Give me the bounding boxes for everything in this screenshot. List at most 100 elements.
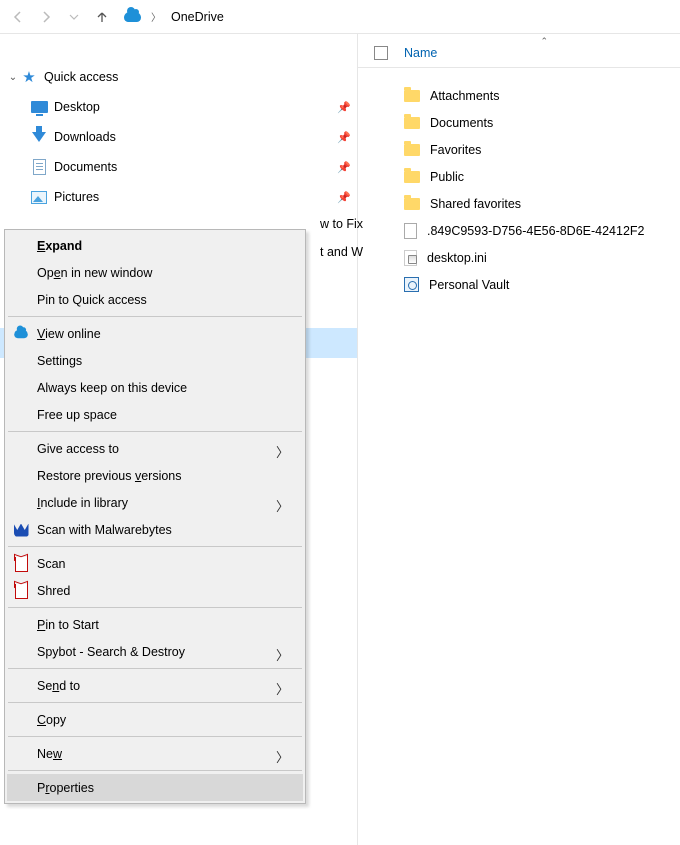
partial-text: w to Fix <box>320 217 363 231</box>
sidebar-item-label: Desktop <box>48 100 337 114</box>
menu-item-label: Restore previous versions <box>37 469 182 483</box>
menu-item-label: Include in library <box>37 496 128 510</box>
menu-item-label: Copy <box>37 713 66 727</box>
file-row[interactable]: Shared favorites <box>358 190 680 217</box>
up-button[interactable] <box>88 3 116 31</box>
sidebar-item-documents[interactable]: Documents 📌 <box>0 152 357 182</box>
pin-icon: 📌 <box>337 191 357 204</box>
menu-item-copy[interactable]: Copy <box>7 706 303 733</box>
menu-item-label: Scan with Malwarebytes <box>37 523 172 537</box>
folder-icon <box>404 198 420 210</box>
menu-item-settings[interactable]: Settings <box>7 347 303 374</box>
file-row[interactable]: .849C9593-D756-4E56-8D6E-42412F2 <box>358 217 680 244</box>
menu-item-label: Properties <box>37 781 94 795</box>
select-all-checkbox[interactable] <box>374 46 388 60</box>
folder-icon <box>404 144 420 156</box>
settings-file-icon <box>404 250 417 266</box>
menu-item-restore-versions[interactable]: Restore previous versions <box>7 462 303 489</box>
monitor-icon <box>31 101 48 113</box>
sidebar-item-label: Downloads <box>48 130 337 144</box>
submenu-arrow-icon: 〉 <box>276 679 289 698</box>
column-header[interactable]: Name ⌃ <box>358 38 680 68</box>
sidebar-item-downloads[interactable]: Downloads 📌 <box>0 122 357 152</box>
menu-item-view-online[interactable]: View online <box>7 320 303 347</box>
file-name: desktop.ini <box>427 251 487 265</box>
menu-separator <box>8 431 302 432</box>
menu-item-label: Expand <box>37 239 82 253</box>
menu-item-label: Pin to Start <box>37 618 99 632</box>
menu-separator <box>8 770 302 771</box>
sidebar-item-label: Pictures <box>48 190 337 204</box>
caret-down-icon[interactable]: ⌄ <box>6 72 20 83</box>
menu-item-label: New <box>37 747 62 761</box>
submenu-arrow-icon: 〉 <box>276 442 289 461</box>
pin-icon: 📌 <box>337 161 357 174</box>
menu-separator <box>8 668 302 669</box>
sort-indicator-icon: ⌃ <box>540 36 548 47</box>
menu-separator <box>8 607 302 608</box>
breadcrumb[interactable]: 〉 OneDrive <box>116 9 224 24</box>
star-icon: ★ <box>22 68 35 86</box>
menu-item-new[interactable]: New 〉 <box>7 740 303 767</box>
file-row[interactable]: Documents <box>358 109 680 136</box>
menu-item-label: Give access to <box>37 442 119 456</box>
recent-locations-button[interactable] <box>60 3 88 31</box>
menu-item-label: Spybot - Search & Destroy <box>37 645 185 659</box>
sidebar-item-desktop[interactable]: Desktop 📌 <box>0 92 357 122</box>
file-name: Shared favorites <box>430 197 521 211</box>
vault-icon <box>404 277 419 292</box>
menu-separator <box>8 316 302 317</box>
file-row[interactable]: Attachments <box>358 82 680 109</box>
menu-item-scan[interactable]: Scan <box>7 550 303 577</box>
sidebar-item-label: Quick access <box>38 70 357 84</box>
forward-button[interactable] <box>32 3 60 31</box>
address-bar: 〉 OneDrive <box>0 0 680 34</box>
chevron-right-icon: 〉 <box>147 9 165 24</box>
menu-item-pin-quick-access[interactable]: Pin to Quick access <box>7 286 303 313</box>
file-name: Attachments <box>430 89 499 103</box>
menu-separator <box>8 736 302 737</box>
cloud-icon <box>13 326 29 342</box>
menu-item-label: Open in new window <box>37 266 152 280</box>
file-name: .849C9593-D756-4E56-8D6E-42412F2 <box>427 224 645 238</box>
pin-icon: 📌 <box>337 101 357 114</box>
menu-item-always-keep[interactable]: Always keep on this device <box>7 374 303 401</box>
submenu-arrow-icon: 〉 <box>276 747 289 766</box>
file-row[interactable]: Public <box>358 163 680 190</box>
sidebar-item-quick-access[interactable]: ⌄ ★ Quick access <box>0 62 357 92</box>
malwarebytes-icon <box>13 522 29 538</box>
folder-icon <box>404 171 420 183</box>
menu-item-properties[interactable]: Properties <box>7 774 303 801</box>
document-icon <box>33 159 46 175</box>
sidebar-item-pictures[interactable]: Pictures 📌 <box>0 182 357 212</box>
file-row[interactable]: desktop.ini <box>358 244 680 271</box>
file-name: Public <box>430 170 464 184</box>
menu-separator <box>8 546 302 547</box>
breadcrumb-location[interactable]: OneDrive <box>171 10 224 24</box>
file-list: Name ⌃ Attachments Documents Favorites P… <box>358 34 680 845</box>
back-button[interactable] <box>4 3 32 31</box>
menu-item-open-new-window[interactable]: Open in new window <box>7 259 303 286</box>
folder-icon <box>404 90 420 102</box>
menu-item-label: Settings <box>37 354 82 368</box>
menu-item-shred[interactable]: Shred <box>7 577 303 604</box>
picture-icon <box>31 191 47 204</box>
download-icon <box>32 132 46 142</box>
menu-item-send-to[interactable]: Send to 〉 <box>7 672 303 699</box>
menu-item-spybot[interactable]: Spybot - Search & Destroy 〉 <box>7 638 303 665</box>
file-row[interactable]: Personal Vault <box>358 271 680 298</box>
menu-item-give-access[interactable]: Give access to 〉 <box>7 435 303 462</box>
menu-item-free-up-space[interactable]: Free up space <box>7 401 303 428</box>
file-row[interactable]: Favorites <box>358 136 680 163</box>
menu-item-label: Scan <box>37 557 66 571</box>
menu-item-expand[interactable]: Expand <box>7 232 303 259</box>
column-name[interactable]: Name <box>404 46 437 60</box>
menu-item-pin-start[interactable]: Pin to Start <box>7 611 303 638</box>
menu-item-scan-malwarebytes[interactable]: Scan with Malwarebytes <box>7 516 303 543</box>
submenu-arrow-icon: 〉 <box>276 496 289 515</box>
menu-item-include-library[interactable]: Include in library 〉 <box>7 489 303 516</box>
onedrive-icon <box>124 12 141 22</box>
menu-separator <box>8 702 302 703</box>
sidebar-item-label: Documents <box>48 160 337 174</box>
menu-item-label: Pin to Quick access <box>37 293 147 307</box>
